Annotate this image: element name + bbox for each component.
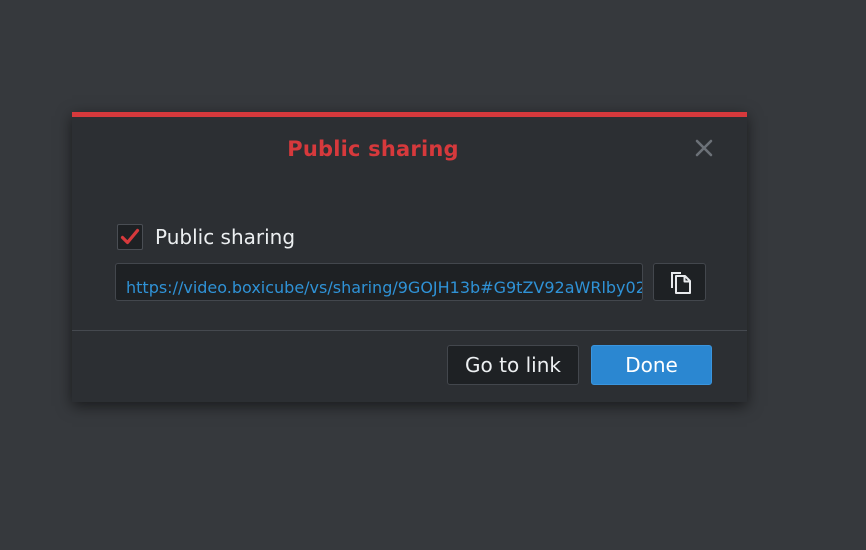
- go-to-link-button[interactable]: Go to link: [447, 345, 579, 385]
- public-sharing-checkbox[interactable]: [117, 224, 143, 250]
- footer-divider: [72, 330, 747, 331]
- copy-icon: [670, 272, 691, 294]
- copy-link-button[interactable]: [653, 263, 706, 301]
- close-icon: [695, 139, 713, 157]
- checkmark-icon: [120, 228, 140, 245]
- public-sharing-label[interactable]: Public sharing: [155, 225, 295, 249]
- public-sharing-dialog: Public sharing Public sharing https://vi…: [72, 112, 747, 402]
- done-button[interactable]: Done: [591, 345, 712, 385]
- dialog-title: Public sharing: [287, 137, 459, 161]
- close-button[interactable]: [692, 136, 716, 160]
- public-sharing-row: Public sharing: [117, 221, 295, 253]
- share-url-field[interactable]: https://video.boxicube/vs/sharing/9GOJH1…: [115, 263, 643, 301]
